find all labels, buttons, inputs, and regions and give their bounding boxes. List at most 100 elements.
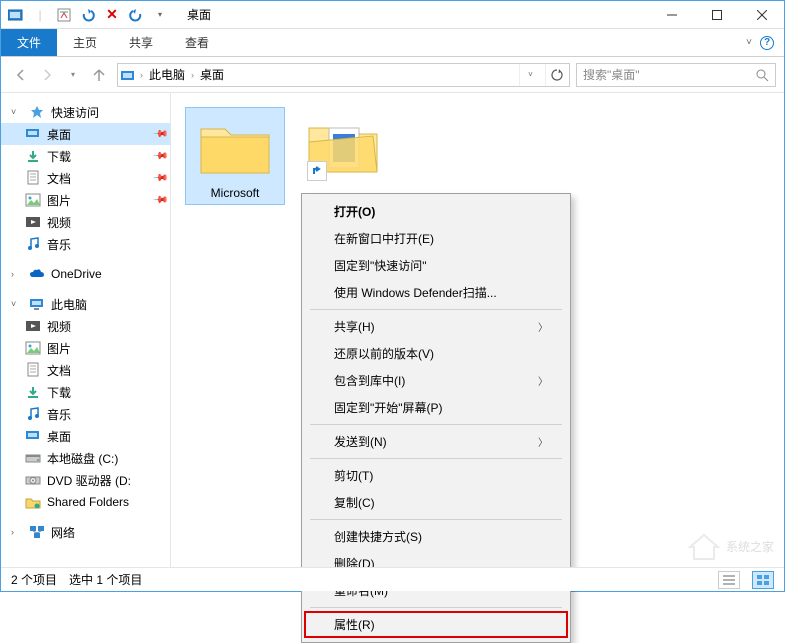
sidebar-onedrive[interactable]: › OneDrive — [1, 263, 170, 285]
recent-dropdown[interactable]: ▾ — [61, 63, 85, 87]
context-menu-item[interactable]: 共享(H) 〉 — [304, 313, 568, 340]
sidebar-item-downloads[interactable]: 下载 — [1, 381, 170, 403]
redo-icon[interactable] — [127, 6, 145, 24]
sidebar-item-netfolder[interactable]: Shared Folders — [1, 491, 170, 513]
sidebar-item-pictures[interactable]: 图片 — [1, 337, 170, 359]
videos-icon — [25, 214, 41, 230]
refresh-button[interactable] — [545, 64, 567, 86]
up-button[interactable] — [87, 63, 111, 87]
context-menu-item[interactable]: 发送到(N) 〉 — [304, 428, 568, 455]
sidebar-item-label: 文档 — [47, 170, 71, 187]
breadcrumb-root[interactable]: 此电脑 — [147, 66, 187, 83]
sidebar-item-documents[interactable]: 文档 — [1, 359, 170, 381]
breadcrumb-separator[interactable]: › — [140, 70, 143, 80]
tab-home[interactable]: 主页 — [57, 29, 113, 56]
drive-icon — [25, 450, 41, 466]
chevron-right-icon: › — [11, 527, 23, 537]
sidebar-item-dvd[interactable]: DVD 驱动器 (D: — [1, 469, 170, 491]
tab-view[interactable]: 查看 — [169, 29, 225, 56]
chevron-right-icon: › — [11, 269, 23, 279]
close-button[interactable] — [739, 1, 784, 29]
pin-icon: 📌 — [151, 148, 168, 165]
pin-icon: 📌 — [151, 192, 168, 209]
pin-icon: 📌 — [151, 170, 168, 187]
sidebar-item-drive[interactable]: 本地磁盘 (C:) — [1, 447, 170, 469]
sidebar-item-label: 图片 — [47, 192, 71, 209]
context-menu-item-label: 打开(O) — [334, 203, 375, 220]
context-menu-item[interactable]: 在新窗口中打开(E) — [304, 225, 568, 252]
qat-dropdown-icon[interactable]: ▾ — [151, 6, 169, 24]
sidebar-item-videos[interactable]: 视频 — [1, 315, 170, 337]
context-menu-item[interactable]: 使用 Windows Defender扫描... — [304, 279, 568, 306]
properties-icon[interactable] — [55, 6, 73, 24]
file-item[interactable] — [293, 107, 393, 189]
sidebar-item-music[interactable]: 音乐 — [1, 233, 170, 255]
videos-icon — [25, 318, 41, 334]
ribbon-tabs: 文件 主页 共享 查看 ˅ ? — [1, 29, 784, 57]
context-menu-separator — [310, 607, 562, 608]
pc-icon — [29, 296, 45, 312]
sidebar-item-desktop[interactable]: 桌面 — [1, 425, 170, 447]
back-button[interactable] — [9, 63, 33, 87]
tab-share[interactable]: 共享 — [113, 29, 169, 56]
status-selected-count: 选中 1 个项目 — [69, 571, 142, 588]
sidebar-item-documents[interactable]: 文档 📌 — [1, 167, 170, 189]
context-menu-item[interactable]: 剪切(T) — [304, 462, 568, 489]
context-menu-item[interactable]: 还原以前的版本(V) — [304, 340, 568, 367]
undo-icon[interactable] — [79, 6, 97, 24]
breadcrumb-separator[interactable]: › — [191, 70, 194, 80]
maximize-button[interactable] — [694, 1, 739, 29]
minimize-button[interactable] — [649, 1, 694, 29]
sidebar-item-pictures[interactable]: 图片 📌 — [1, 189, 170, 211]
icons-view-button[interactable] — [752, 571, 774, 589]
context-menu-item[interactable]: 打开(O) — [304, 198, 568, 225]
details-view-button[interactable] — [718, 571, 740, 589]
context-menu-item-label: 还原以前的版本(V) — [334, 345, 434, 362]
ribbon-expand-icon[interactable]: ˅ — [746, 37, 752, 48]
desktop-icon — [25, 126, 41, 142]
chevron-down-icon: ˅ — [11, 299, 23, 309]
downloads-icon — [25, 148, 41, 164]
context-menu-item[interactable]: 复制(C) — [304, 489, 568, 516]
sidebar-item-music[interactable]: 音乐 — [1, 403, 170, 425]
address-bar[interactable]: › 此电脑 › 桌面 ˅ — [117, 63, 570, 87]
pin-icon: 📌 — [151, 126, 168, 143]
music-icon — [25, 406, 41, 422]
search-box[interactable]: 搜索"桌面" — [576, 63, 776, 87]
downloads-icon — [25, 384, 41, 400]
context-menu-item[interactable]: 固定到"快速访问" — [304, 252, 568, 279]
forward-button[interactable] — [35, 63, 59, 87]
context-menu-item-label: 固定到"快速访问" — [334, 257, 427, 274]
sidebar-quick-access[interactable]: ˅ 快速访问 — [1, 101, 170, 123]
context-menu-item[interactable]: 包含到库中(I) 〉 — [304, 367, 568, 394]
context-menu-item[interactable]: 属性(R) — [304, 611, 568, 638]
context-menu-item-label: 复制(C) — [334, 494, 375, 511]
qat-divider: | — [31, 6, 49, 24]
context-menu-item[interactable]: 创建快捷方式(S) — [304, 523, 568, 550]
sidebar-network[interactable]: › 网络 — [1, 521, 170, 543]
sidebar-item-videos[interactable]: 视频 — [1, 211, 170, 233]
search-placeholder: 搜索"桌面" — [583, 66, 755, 83]
breadcrumb-current[interactable]: 桌面 — [198, 66, 226, 83]
context-menu-item-label: 包含到库中(I) — [334, 372, 405, 389]
quick-access-toolbar: | ✕ ▾ — [1, 6, 175, 24]
address-dropdown[interactable]: ˅ — [519, 64, 541, 86]
status-bar: 2 个项目 选中 1 个项目 — [1, 567, 784, 591]
context-menu-item-label: 固定到"开始"屏幕(P) — [334, 399, 443, 416]
sidebar-item-downloads[interactable]: 下载 📌 — [1, 145, 170, 167]
context-menu-item-label: 在新窗口中打开(E) — [334, 230, 434, 247]
sidebar-item-desktop[interactable]: 桌面 📌 — [1, 123, 170, 145]
sidebar-this-pc[interactable]: ˅ 此电脑 — [1, 293, 170, 315]
context-menu-separator — [310, 458, 562, 459]
context-menu-item[interactable]: 固定到"开始"屏幕(P) — [304, 394, 568, 421]
help-icon[interactable]: ? — [760, 36, 774, 50]
music-icon — [25, 236, 41, 252]
file-tab[interactable]: 文件 — [1, 29, 57, 56]
delete-icon[interactable]: ✕ — [103, 6, 121, 24]
file-item[interactable]: Microsoft — [185, 107, 285, 205]
documents-icon — [25, 362, 41, 378]
sidebar-item-label: 视频 — [47, 214, 71, 231]
chevron-right-icon: 〉 — [538, 319, 548, 334]
context-menu-separator — [310, 519, 562, 520]
sidebar-item-label: Shared Folders — [47, 495, 129, 509]
